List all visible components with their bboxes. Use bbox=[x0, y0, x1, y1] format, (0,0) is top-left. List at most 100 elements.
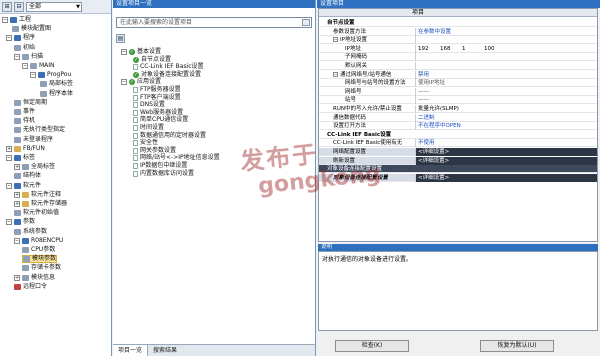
setting-row[interactable]: − 通过网络号/站号通信 禁用 bbox=[319, 70, 597, 79]
setting-value[interactable]: <详细设置> bbox=[415, 156, 597, 165]
sort-icon[interactable]: ▤ bbox=[116, 34, 125, 43]
tree-item[interactable]: − 参数 bbox=[6, 218, 35, 226]
ip-octet[interactable]: 192 bbox=[418, 45, 440, 53]
setting-row[interactable]: 子网掩码 bbox=[319, 53, 597, 62]
setting-value[interactable]: 使用IP地址 bbox=[415, 79, 597, 88]
tree-item[interactable]: + FB/FUN bbox=[6, 145, 45, 153]
tree-item[interactable]: + 软元件注释 bbox=[14, 191, 61, 199]
ip-octet[interactable]: 100 bbox=[484, 45, 506, 53]
setting-row[interactable]: CC-Link IEF Basic设置 bbox=[319, 130, 597, 139]
collapse-icon[interactable]: − bbox=[333, 71, 338, 77]
tree-item[interactable]: 待机 bbox=[14, 117, 35, 125]
tree-item[interactable]: 结构体 bbox=[14, 172, 41, 180]
setting-value[interactable]: <详细设置> bbox=[415, 148, 597, 156]
tree-item[interactable]: − R08ENCPU bbox=[14, 237, 63, 245]
collapse-icon[interactable]: − bbox=[121, 79, 127, 86]
setting-tree-item[interactable]: 内置数据库访问设置 bbox=[133, 170, 194, 178]
tree-item[interactable]: − ProgPou bbox=[30, 71, 71, 79]
setting-value[interactable]: 二进制 bbox=[415, 113, 597, 122]
setting-row[interactable]: 设置打开方法 不在程序中OPEN bbox=[319, 122, 597, 131]
tree-item[interactable]: + 软元件存储器 bbox=[14, 200, 67, 208]
collapse-icon[interactable]: − bbox=[2, 17, 8, 23]
collapse-icon[interactable]: − bbox=[333, 37, 338, 43]
ip-octet[interactable]: 1 bbox=[462, 45, 484, 53]
tree-item[interactable]: 无执行类型指定 bbox=[14, 126, 65, 134]
setting-value[interactable]: 不在程序中OPEN bbox=[415, 122, 597, 131]
tree-item[interactable]: 程序本体 bbox=[40, 90, 73, 98]
tree-item[interactable]: − 扫描 bbox=[14, 53, 43, 61]
check-button[interactable]: 检查(K) bbox=[335, 340, 409, 352]
setting-row[interactable]: 网络配置设置 <详细设置> bbox=[319, 148, 597, 156]
tree-item[interactable]: − 工程 bbox=[2, 16, 31, 24]
setting-row[interactable]: − IP地址设置 bbox=[319, 36, 597, 45]
collapse-icon[interactable]: − bbox=[14, 237, 20, 244]
setting-value[interactable]: <详细设置> bbox=[415, 173, 597, 182]
setting-value[interactable]: 不使用 bbox=[415, 139, 597, 148]
setting-row[interactable]: 刷新设置 <详细设置> bbox=[319, 156, 597, 165]
collapse-icon[interactable]: − bbox=[6, 182, 12, 189]
collapse-icon[interactable]: − bbox=[6, 155, 12, 161]
collapse-icon[interactable]: − bbox=[6, 219, 12, 226]
tree-item[interactable]: CPU参数 bbox=[22, 246, 55, 254]
setting-value[interactable]: —— bbox=[415, 96, 597, 105]
expand-icon[interactable]: + bbox=[14, 191, 20, 198]
expand-icon[interactable]: + bbox=[14, 274, 20, 281]
collapse-icon[interactable]: − bbox=[14, 53, 20, 60]
tree-item[interactable]: − 标签 bbox=[6, 154, 35, 162]
tree-item[interactable]: − 程序 bbox=[6, 34, 35, 42]
setting-row[interactable]: 对象设备连接配置设置 <详细设置> bbox=[319, 173, 597, 182]
setting-value[interactable]: 禁用 bbox=[415, 70, 597, 79]
collapse-icon[interactable]: − bbox=[121, 49, 127, 55]
search-icon[interactable] bbox=[302, 19, 310, 26]
setting-row[interactable]: 参数设置方法 在参数中设置 bbox=[319, 27, 597, 36]
tree-item[interactable]: 远程口令 bbox=[14, 283, 47, 291]
setting-row[interactable]: 对象设备连接配置设置 bbox=[319, 165, 597, 174]
tab-item-list[interactable]: 项目一览 bbox=[113, 345, 149, 356]
expand-all-icon[interactable]: ⊞ bbox=[2, 1, 12, 12]
tree-item[interactable]: 模块配置图 bbox=[12, 25, 51, 33]
setting-row[interactable]: IP地址 192 168 1 100 bbox=[319, 44, 597, 53]
expand-icon[interactable]: + bbox=[14, 201, 20, 207]
navigation-filter-select[interactable]: 全部 ▼ bbox=[26, 1, 82, 12]
setting-value[interactable]: 192 168 1 100 bbox=[415, 44, 597, 53]
restore-default-button[interactable]: 恢复为默认(U) bbox=[480, 340, 554, 352]
tree-item[interactable]: 系统参数 bbox=[14, 228, 47, 236]
tab-search-results[interactable]: 搜索结果 bbox=[148, 345, 182, 356]
setting-value[interactable] bbox=[415, 36, 597, 45]
setting-value[interactable]: 在参数中设置 bbox=[415, 27, 597, 36]
setting-row[interactable]: 默认网关 bbox=[319, 62, 597, 70]
collapse-all-icon[interactable]: ⊟ bbox=[14, 1, 24, 12]
setting-row[interactable]: 网络号与站号的设置方法 使用IP地址 bbox=[319, 79, 597, 88]
expand-icon[interactable]: + bbox=[6, 145, 12, 152]
collapse-icon[interactable]: − bbox=[22, 63, 28, 69]
setting-row[interactable]: RUN中的写入允许/禁止设置 批量允许(SLMP) bbox=[319, 105, 597, 113]
tree-item[interactable]: 存储卡参数 bbox=[22, 264, 61, 272]
setting-row[interactable]: 通信数据代码 二进制 bbox=[319, 113, 597, 122]
tree-item[interactable]: 局部标签 bbox=[40, 80, 73, 88]
tree-item[interactable]: 初始 bbox=[14, 44, 35, 52]
setting-row[interactable]: 自节点设置 bbox=[319, 19, 597, 27]
setting-row[interactable]: CC-Link IEF Basic使用有无 不使用 bbox=[319, 139, 597, 148]
tree-item[interactable]: 恒定周期 bbox=[14, 99, 47, 107]
tree-item[interactable]: − 软元件 bbox=[6, 182, 41, 190]
tree-item[interactable]: 未登录程序 bbox=[14, 136, 53, 144]
collapse-icon[interactable]: − bbox=[6, 35, 12, 42]
ip-octet[interactable]: 168 bbox=[440, 45, 462, 53]
setting-value[interactable] bbox=[415, 53, 597, 62]
setting-value[interactable] bbox=[415, 62, 597, 70]
setting-row[interactable]: 网络号 —— bbox=[319, 87, 597, 96]
tree-item[interactable]: − MAIN bbox=[22, 62, 55, 70]
setting-value[interactable]: 批量允许(SLMP) bbox=[415, 105, 597, 113]
setting-key-label: CC-Link IEF Basic设置 bbox=[327, 131, 392, 138]
tree-item[interactable]: 事件 bbox=[14, 108, 35, 116]
setting-row[interactable]: 站号 —— bbox=[319, 96, 597, 105]
tree-item[interactable]: 模块参数 bbox=[22, 255, 58, 264]
tree-item[interactable]: + 模块信息 bbox=[14, 274, 55, 282]
expand-icon[interactable]: + bbox=[14, 164, 20, 171]
setting-key: 通信数据代码 bbox=[333, 114, 366, 122]
collapse-icon[interactable]: − bbox=[30, 72, 36, 79]
tree-item[interactable]: + 全局标签 bbox=[14, 163, 55, 171]
tree-item[interactable]: 软元件初始值 bbox=[14, 209, 59, 217]
setting-search-input[interactable]: 在此输入要搜索的设置项目 bbox=[116, 17, 312, 28]
setting-value[interactable]: —— bbox=[415, 87, 597, 96]
